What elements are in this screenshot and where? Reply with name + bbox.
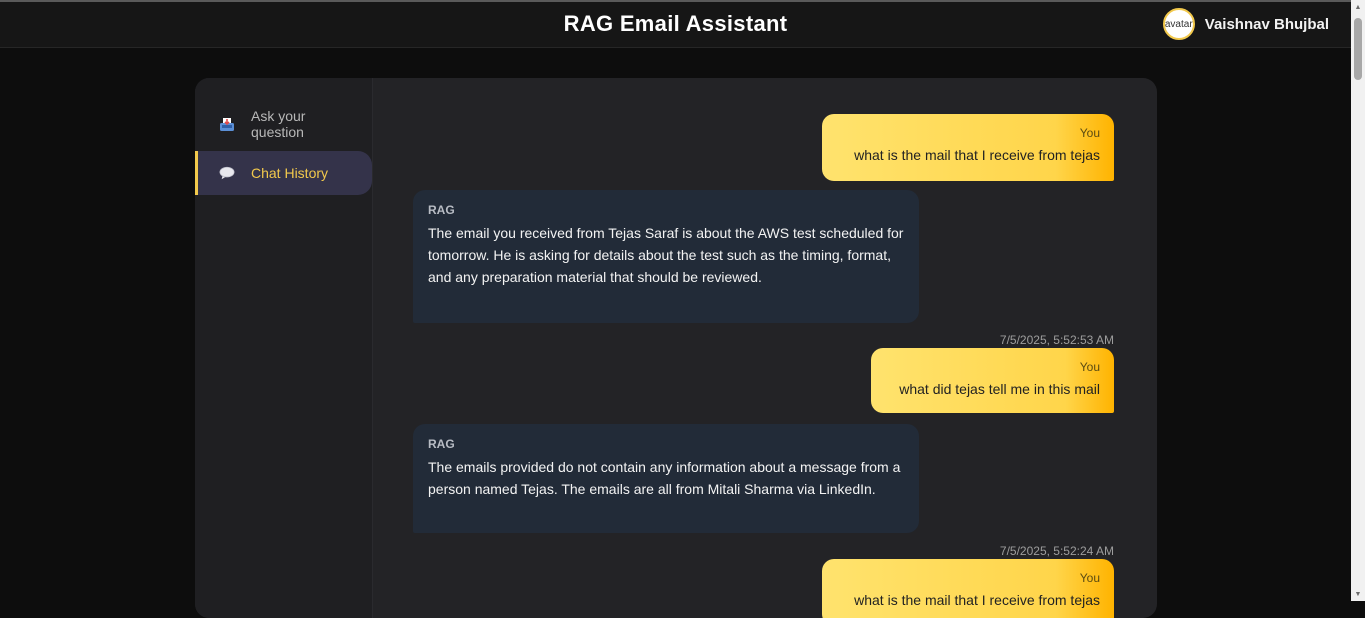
message-text: The emails provided do not contain any i…	[428, 459, 901, 497]
message-text: The email you received from Tejas Saraf …	[428, 225, 904, 285]
sidebar: Ask your question Chat History	[195, 78, 373, 618]
scroll-up-arrow-icon[interactable]: ▲	[1351, 0, 1365, 14]
rag-message: RAG The email you received from Tejas Sa…	[413, 190, 919, 323]
sidebar-item-label: Chat History	[251, 165, 329, 181]
rag-message: RAG The emails provided do not contain a…	[413, 424, 919, 533]
user-name[interactable]: Vaishnav Bhujbal	[1205, 16, 1329, 33]
scroll-thumb[interactable]	[1354, 18, 1362, 80]
user-message: You what did tejas tell me in this mail	[871, 348, 1114, 413]
message-sender: You	[1079, 571, 1100, 585]
message-text: what did tejas tell me in this mail	[899, 381, 1100, 397]
user-menu[interactable]: avatar Vaishnav Bhujbal	[1162, 8, 1329, 40]
scroll-down-arrow-icon[interactable]: ▼	[1351, 587, 1365, 601]
top-bar: RAG Email Assistant avatar Vaishnav Bhuj…	[0, 0, 1351, 48]
user-message: You what is the mail that I receive from…	[822, 559, 1114, 618]
message-timestamp: 7/5/2025, 5:52:24 AM	[999, 544, 1114, 558]
main-panel: Ask your question Chat History You what …	[195, 78, 1157, 618]
inbox-tray-icon	[219, 116, 235, 132]
app-title: RAG Email Assistant	[563, 11, 788, 36]
message-sender: RAG	[428, 203, 455, 217]
chat-history-list: You what is the mail that I receive from…	[373, 78, 1157, 618]
avatar[interactable]: avatar	[1162, 8, 1195, 40]
sidebar-item-chat-history[interactable]: Chat History	[195, 151, 372, 195]
user-message: You what is the mail that I receive from…	[822, 114, 1114, 181]
message-text: what is the mail that I receive from tej…	[854, 147, 1100, 163]
sidebar-item-ask-question[interactable]: Ask your question	[195, 104, 372, 144]
message-sender: You	[1079, 126, 1100, 140]
message-sender: You	[1079, 360, 1100, 374]
page-scrollbar[interactable]: ▲ ▼	[1351, 0, 1365, 601]
message-timestamp: 7/5/2025, 5:52:53 AM	[999, 333, 1114, 347]
message-sender: RAG	[428, 437, 455, 451]
speech-balloon-icon	[219, 165, 235, 181]
sidebar-item-label: Ask your question	[251, 108, 306, 140]
message-text: what is the mail that I receive from tej…	[854, 592, 1100, 608]
